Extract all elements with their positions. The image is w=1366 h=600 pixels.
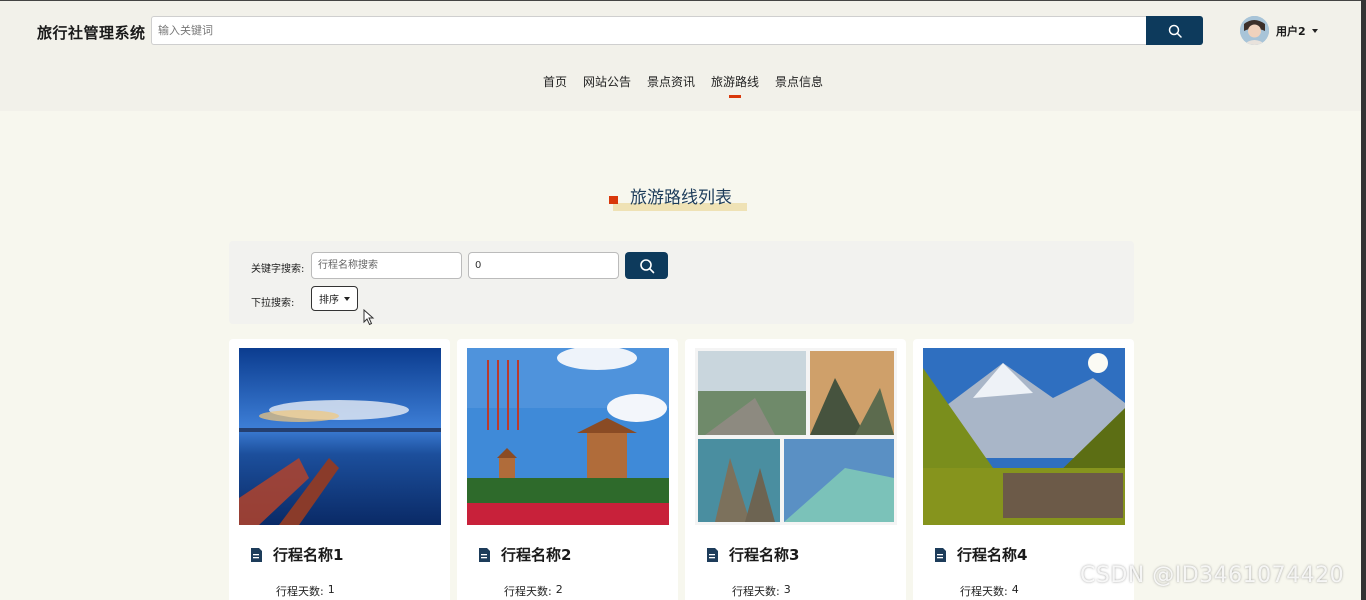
sort-dropdown[interactable]: 排序 [311,286,358,311]
route-card-image[interactable] [923,348,1125,525]
nav-item-travel-routes[interactable]: 旅游路线 [711,73,759,98]
route-name-search-input[interactable] [311,252,462,279]
route-title[interactable]: 行程名称1 [273,544,343,565]
search-icon [1168,24,1182,38]
route-days-value: 4 [1011,583,1019,596]
route-days-label: 行程天数: [276,585,324,598]
nav-item-announcements[interactable]: 网站公告 [583,73,631,98]
route-title[interactable]: 行程名称3 [729,544,799,565]
route-card-header: 行程名称3 [706,544,799,565]
watermark: CSDN @ID3461074420 [1080,563,1345,588]
user-menu-toggle[interactable]: 用户2 [1276,23,1318,39]
route-days: 行程天数: 4 [960,583,1019,599]
title-square-decoration [609,196,618,204]
dropdown-search-label: 下拉搜索: [251,298,295,309]
route-days-label: 行程天数: [732,585,780,598]
nav-item-attraction-news[interactable]: 景点资讯 [647,73,695,98]
route-days-value: 3 [783,583,791,596]
caret-down-icon [344,296,350,301]
top-header: 旅行社管理系统 用户2 首页 网站公告 景点资讯 旅游路线 景点信息 [0,0,1366,111]
sort-label: 排序 [319,295,339,306]
route-days: 行程天数: 2 [504,583,563,599]
mouse-cursor-icon [363,309,375,326]
page-title: 旅游路线列表 [630,188,732,208]
user-name: 用户2 [1276,25,1306,38]
route-card-header: 行程名称2 [478,544,571,565]
route-card[interactable]: 行程名称2 行程天数: 2 [457,339,678,600]
route-title[interactable]: 行程名称4 [957,544,1027,565]
route-title[interactable]: 行程名称2 [501,544,571,565]
nav-item-attraction-info[interactable]: 景点信息 [775,73,823,98]
route-days: 行程天数: 1 [276,583,335,599]
route-card[interactable]: 行程名称4 行程天数: 4 [913,339,1134,600]
scrollbar[interactable] [1361,0,1366,600]
nav-item-home[interactable]: 首页 [543,73,567,98]
route-days-label: 行程天数: [960,585,1008,598]
route-card-image[interactable] [467,348,669,525]
filter-search-button[interactable] [625,252,668,279]
main-nav: 首页 网站公告 景点资讯 旅游路线 景点信息 [0,73,1366,98]
route-days: 行程天数: 3 [732,583,791,599]
search-icon [639,258,654,273]
route-card-header: 行程名称4 [934,544,1027,565]
route-card-image[interactable] [695,348,897,525]
document-icon [707,547,718,562]
caret-down-icon [1311,29,1318,33]
document-icon [479,547,490,562]
route-card-header: 行程名称1 [250,544,343,565]
route-card-image[interactable] [239,348,441,525]
user-avatar[interactable] [1240,16,1269,45]
global-search-button[interactable] [1146,16,1203,45]
document-icon [935,547,946,562]
route-days-label: 行程天数: [504,585,552,598]
site-brand[interactable]: 旅行社管理系统 [37,22,146,43]
route-card[interactable]: 行程名称3 行程天数: 3 [685,339,906,600]
document-icon [251,547,262,562]
route-days-value: 1 [327,583,335,596]
route-days-value: 2 [555,583,563,596]
keyword-search-label: 关键字搜索: [251,264,305,275]
route-card[interactable]: 行程名称1 行程天数: 1 [229,339,450,600]
global-search-input[interactable] [151,16,1147,45]
days-filter-input[interactable] [468,252,619,279]
section-heading: 旅游路线列表 [609,183,749,213]
